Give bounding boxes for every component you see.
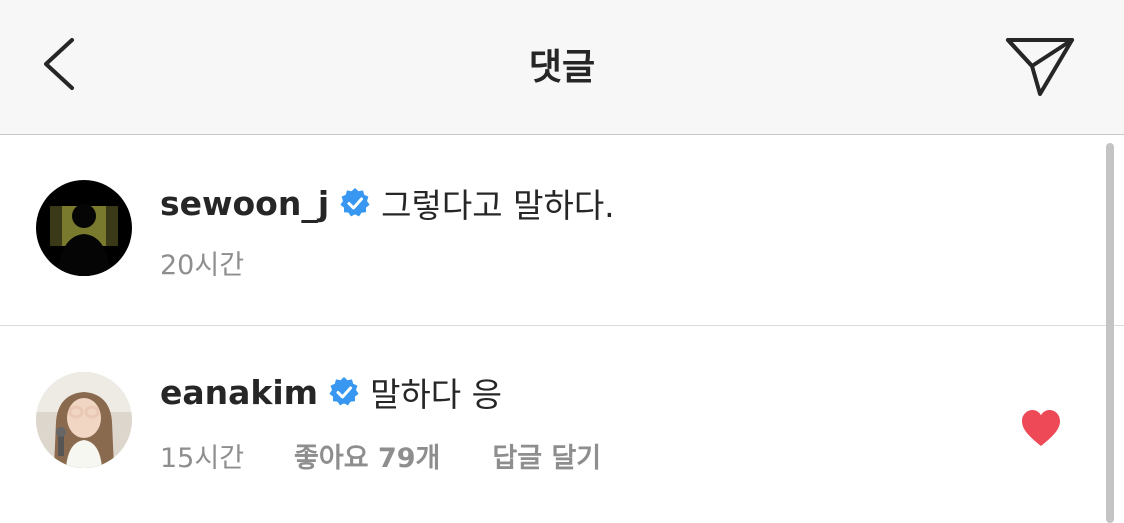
verified-badge-icon <box>329 377 359 406</box>
like-button[interactable] <box>1020 408 1062 448</box>
verified-badge-icon <box>340 188 370 217</box>
comment-item: sewoon_j 그렇다고 말하다. 20시간 <box>0 135 1124 326</box>
avatar-image <box>36 372 132 468</box>
heart-icon <box>1022 410 1060 446</box>
comment-username[interactable]: eanakim <box>160 373 318 412</box>
likes-count[interactable]: 좋아요 79개 <box>294 436 440 475</box>
header-bar: 댓글 <box>0 0 1124 135</box>
comment-timestamp: 15시간 <box>160 443 245 474</box>
paper-plane-icon <box>1006 38 1074 96</box>
comment-username[interactable]: sewoon_j <box>160 184 329 223</box>
share-button[interactable] <box>1000 30 1080 102</box>
comment-body: eanakim 말하다 응 <box>160 370 502 415</box>
comment-item: eanakim 말하다 응 15시간 좋아요 79개 답글 달기 <box>0 326 1124 523</box>
comment-meta: 15시간 좋아요 79개 답글 달기 <box>160 436 601 475</box>
scrollbar[interactable] <box>1106 143 1114 523</box>
reply-button[interactable]: 답글 달기 <box>492 436 601 475</box>
avatar[interactable] <box>36 372 132 468</box>
comment-meta: 20시간 <box>160 243 294 282</box>
comment-text: 말하다 응 <box>370 375 502 414</box>
avatar[interactable] <box>36 180 132 276</box>
avatar-image <box>36 180 132 276</box>
comment-body: sewoon_j 그렇다고 말하다. <box>160 181 615 226</box>
page-title: 댓글 <box>528 47 596 88</box>
comment-timestamp: 20시간 <box>160 250 245 281</box>
comment-text: 그렇다고 말하다. <box>381 186 615 225</box>
